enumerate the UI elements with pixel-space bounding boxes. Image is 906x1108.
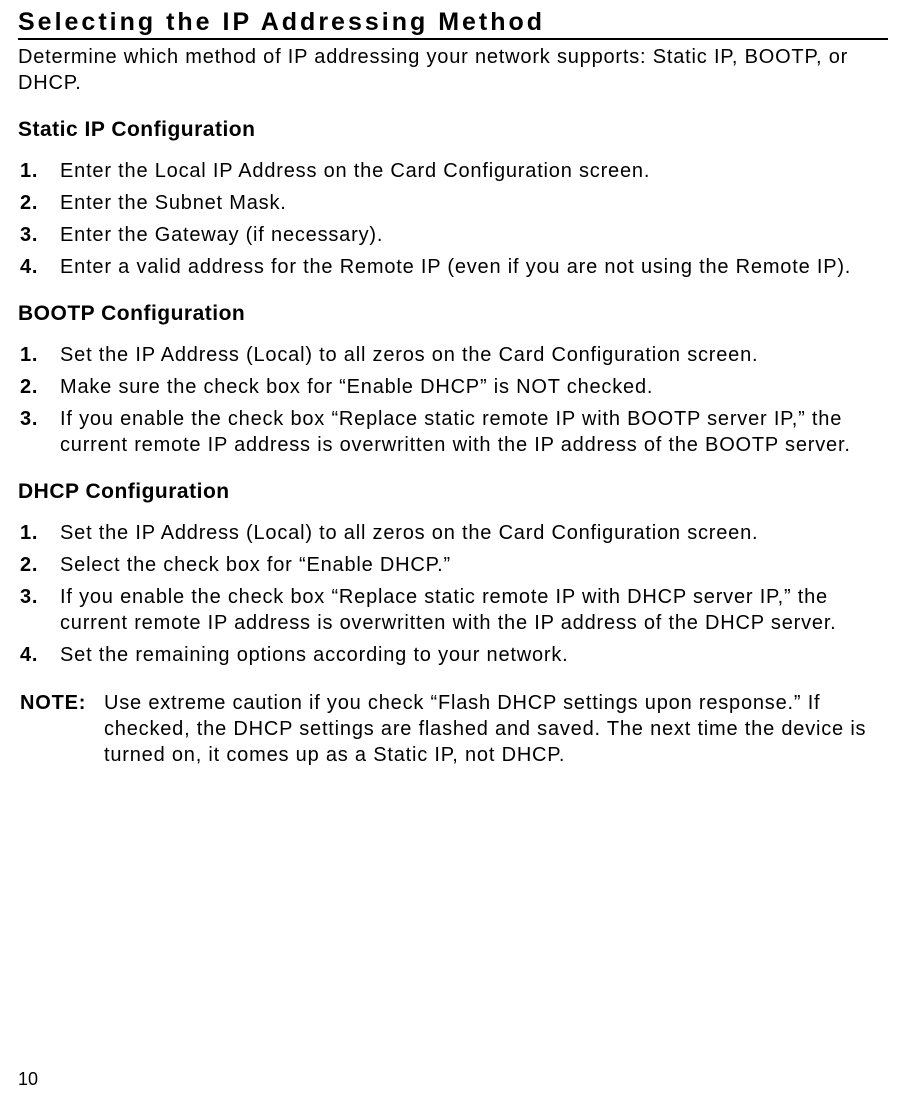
- dhcp-list: 1. Set the IP Address (Local) to all zer…: [18, 520, 888, 668]
- list-number: 4.: [18, 642, 60, 668]
- list-item: 4. Set the remaining options according t…: [18, 642, 888, 668]
- list-text: If you enable the check box “Replace sta…: [60, 406, 888, 458]
- list-text: If you enable the check box “Replace sta…: [60, 584, 888, 636]
- page-number: 10: [18, 1069, 38, 1090]
- list-item: 1. Enter the Local IP Address on the Car…: [18, 158, 888, 184]
- note-text: Use extreme caution if you check “Flash …: [104, 690, 888, 768]
- list-number: 4.: [18, 254, 60, 280]
- list-number: 3.: [18, 406, 60, 458]
- list-item: 2. Select the check box for “Enable DHCP…: [18, 552, 888, 578]
- list-item: 4. Enter a valid address for the Remote …: [18, 254, 888, 280]
- intro-paragraph: Determine which method of IP addressing …: [18, 44, 888, 96]
- list-text: Enter a valid address for the Remote IP …: [60, 254, 888, 280]
- list-item: 1. Set the IP Address (Local) to all zer…: [18, 520, 888, 546]
- list-text: Enter the Gateway (if necessary).: [60, 222, 888, 248]
- list-number: 1.: [18, 342, 60, 368]
- note-block: NOTE: Use extreme caution if you check “…: [18, 690, 888, 768]
- bootp-list: 1. Set the IP Address (Local) to all zer…: [18, 342, 888, 458]
- list-number: 2.: [18, 374, 60, 400]
- list-text: Set the IP Address (Local) to all zeros …: [60, 520, 888, 546]
- note-label: NOTE:: [18, 690, 104, 768]
- list-text: Make sure the check box for “Enable DHCP…: [60, 374, 888, 400]
- static-list: 1. Enter the Local IP Address on the Car…: [18, 158, 888, 280]
- list-number: 1.: [18, 158, 60, 184]
- list-item: 3. If you enable the check box “Replace …: [18, 406, 888, 458]
- list-number: 3.: [18, 584, 60, 636]
- main-heading: Selecting the IP Addressing Method: [18, 8, 888, 40]
- list-item: 2. Make sure the check box for “Enable D…: [18, 374, 888, 400]
- section-heading-bootp: BOOTP Configuration: [18, 302, 888, 326]
- list-text: Enter the Subnet Mask.: [60, 190, 888, 216]
- list-text: Set the IP Address (Local) to all zeros …: [60, 342, 888, 368]
- section-heading-static: Static IP Configuration: [18, 118, 888, 142]
- list-item: 2. Enter the Subnet Mask.: [18, 190, 888, 216]
- list-number: 2.: [18, 552, 60, 578]
- list-text: Enter the Local IP Address on the Card C…: [60, 158, 888, 184]
- section-heading-dhcp: DHCP Configuration: [18, 480, 888, 504]
- list-number: 3.: [18, 222, 60, 248]
- list-number: 2.: [18, 190, 60, 216]
- list-item: 3. If you enable the check box “Replace …: [18, 584, 888, 636]
- list-text: Select the check box for “Enable DHCP.”: [60, 552, 888, 578]
- list-text: Set the remaining options according to y…: [60, 642, 888, 668]
- list-item: 1. Set the IP Address (Local) to all zer…: [18, 342, 888, 368]
- list-number: 1.: [18, 520, 60, 546]
- list-item: 3. Enter the Gateway (if necessary).: [18, 222, 888, 248]
